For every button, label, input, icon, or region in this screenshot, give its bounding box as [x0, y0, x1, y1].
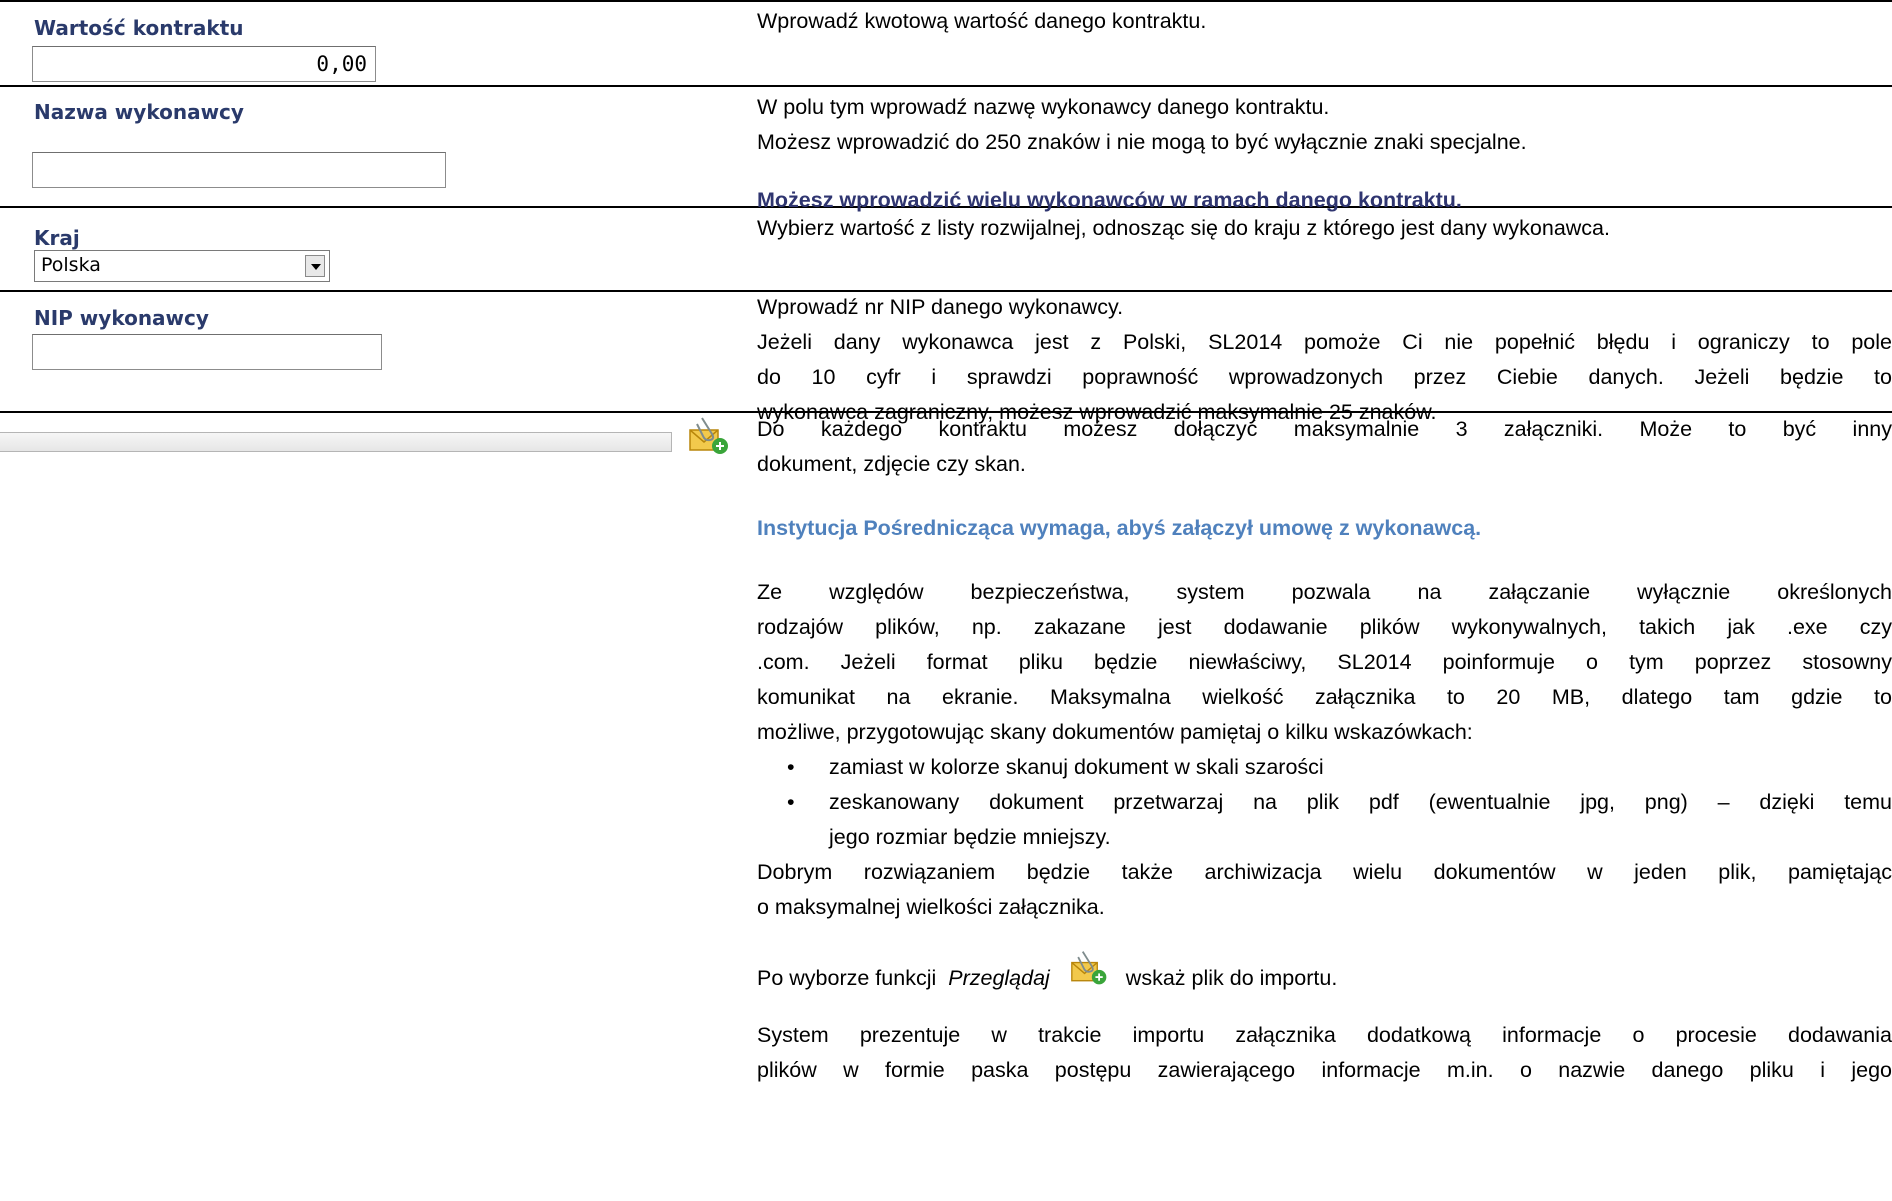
description-emphasis: Instytucja Pośrednicząca wymaga, abyś za… — [757, 516, 1482, 540]
description-line: Do każdego kontraktu możesz dołączyć mak… — [757, 417, 1892, 441]
description-line: Możesz wprowadzić do 250 znaków i nie mo… — [757, 130, 1527, 154]
description-line: Wprowadź nr NIP danego wykonawcy. — [757, 295, 1124, 319]
contractor-name-input[interactable] — [32, 152, 446, 188]
attach-add-button[interactable] — [688, 414, 732, 458]
attach-add-icon — [689, 417, 728, 454]
description-contractor-name: W polu tym wprowadź nazwę wykonawcy dane… — [757, 90, 1892, 218]
description-line: W polu tym wprowadź nazwę wykonawcy dane… — [757, 95, 1330, 119]
attachment-file-field[interactable] — [0, 432, 672, 452]
bullet-item: • zamiast w kolorze skanuj dokument w sk… — [757, 750, 1892, 785]
field-label-contractor-name: Nazwa wykonawcy — [34, 100, 244, 124]
description-line: System prezentuje w trakcie importu załą… — [757, 1023, 1892, 1047]
dropdown-arrow-button[interactable] — [305, 255, 325, 277]
description-country: Wybierz wartość z listy rozwijalnej, odn… — [757, 211, 1892, 246]
description-line: o maksymalnej wielkości załącznika. — [757, 895, 1105, 919]
description-line: Dobrym rozwiązaniem będzie także archiwi… — [757, 860, 1892, 884]
chevron-down-icon — [311, 264, 321, 270]
bullet-dot: • — [787, 790, 795, 814]
attach-add-icon — [1070, 951, 1107, 985]
field-label-contractor-nip: NIP wykonawcy — [34, 306, 209, 330]
browse-attach-icon — [1070, 948, 1110, 999]
row-separator — [0, 0, 1892, 2]
description-line: komunikat na ekranie. Maksymalna wielkoś… — [757, 685, 1892, 709]
description-line: Wybierz wartość z listy rozwijalnej, odn… — [757, 216, 1610, 240]
description-line: do 10 cyfr i sprawdzi poprawność wprowad… — [757, 365, 1892, 389]
field-label-country: Kraj — [34, 226, 80, 250]
bullet-item: • zeskanowany dokument przetwarzaj na pl… — [757, 785, 1892, 855]
browse-function-name: Przeglądaj — [948, 966, 1050, 991]
description-line: rodzajów plików, np. zakazane jest dodaw… — [757, 615, 1892, 639]
description-line: dokument, zdjęcie czy skan. — [757, 452, 1026, 476]
bullet-dot: • — [787, 755, 795, 779]
contractor-nip-input[interactable] — [32, 334, 382, 370]
description-contractor-nip: Wprowadź nr NIP danego wykonawcy. Jeżeli… — [757, 290, 1892, 430]
field-label-contract-value: Wartość kontraktu — [34, 16, 244, 40]
description-line: Wprowadź kwotową wartość danego kontrakt… — [757, 9, 1207, 33]
description-attachments: Do każdego kontraktu możesz dołączyć mak… — [757, 412, 1892, 1088]
description-contract-value: Wprowadź kwotową wartość danego kontrakt… — [757, 4, 1892, 39]
description-line: Ze względów bezpieczeństwa, system pozwa… — [757, 580, 1892, 604]
contract-value-text: 0,00 — [316, 52, 367, 76]
description-line: .com. Jeżeli format pliku będzie niewłaś… — [757, 650, 1892, 674]
bullet-text: zamiast w kolorze skanuj dokument w skal… — [829, 755, 1324, 779]
browse-instruction: Po wyborze funkcji Przeglądaj wskaż plik… — [757, 951, 1892, 991]
contract-value-input[interactable]: 0,00 — [32, 46, 376, 82]
description-line: możliwe, przygotowując skany dokumentów … — [757, 720, 1473, 744]
country-select[interactable]: Polska — [34, 250, 330, 282]
browse-text: wskaż plik do importu. — [1125, 966, 1338, 991]
description-line: Jeżeli dany wykonawca jest z Polski, SL2… — [757, 330, 1892, 354]
country-select-value: Polska — [41, 254, 101, 276]
row-separator — [0, 85, 1892, 87]
bullet-text: jego rozmiar będzie mniejszy. — [829, 825, 1111, 849]
description-line: plików w formie paska postępu zawierając… — [757, 1058, 1892, 1082]
bullet-text: zeskanowany dokument przetwarzaj na plik… — [829, 790, 1892, 814]
browse-text: Po wyborze funkcji — [757, 966, 937, 991]
